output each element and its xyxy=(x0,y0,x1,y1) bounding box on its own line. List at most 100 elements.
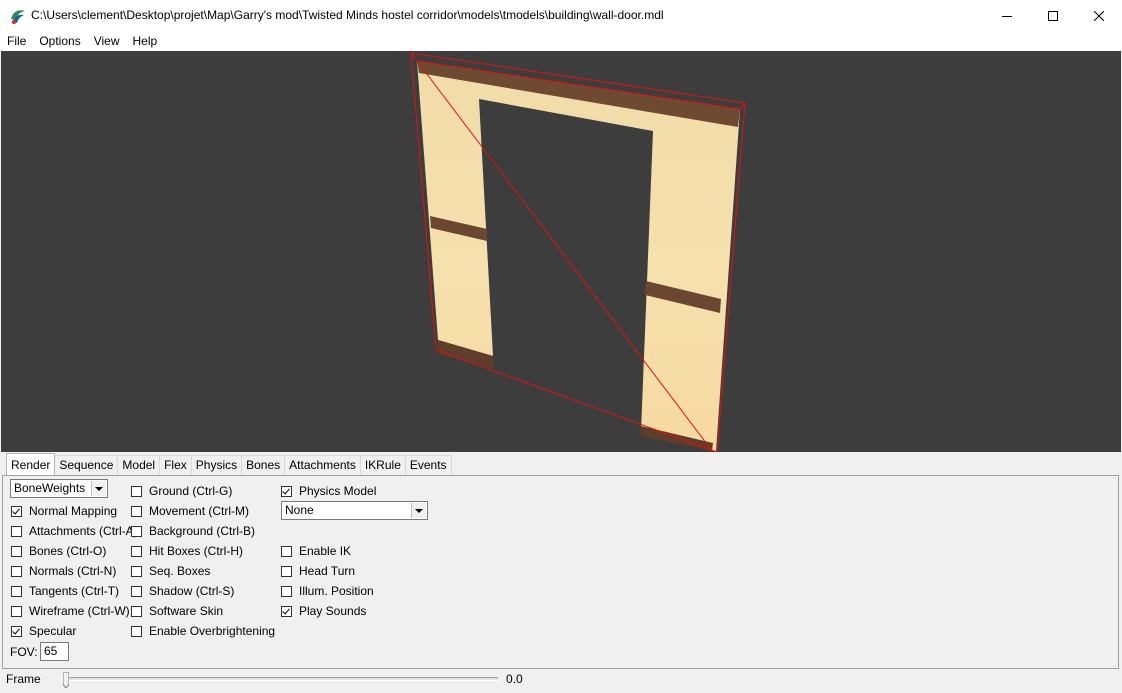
render-mode-select[interactable]: BoneWeights xyxy=(10,479,108,498)
checkbox-box[interactable] xyxy=(131,505,142,517)
checkbox-box[interactable] xyxy=(11,505,22,517)
checkbox-box[interactable] xyxy=(281,565,292,577)
tab-physics[interactable]: Physics xyxy=(190,455,243,475)
model-viewport[interactable] xyxy=(1,51,1121,452)
checkbox-box[interactable] xyxy=(131,565,142,577)
tab-bones[interactable]: Bones xyxy=(241,455,286,475)
checkbox-box[interactable] xyxy=(281,605,292,617)
tab-strip: Render Sequence Model Flex Physics Bones… xyxy=(6,453,452,475)
checkbox-enable-ik[interactable]: Enable IK xyxy=(281,543,351,559)
checkbox-label: Head Turn xyxy=(299,564,356,578)
checkbox-bones[interactable]: Bones (Ctrl-O) xyxy=(11,543,106,559)
checkbox-box[interactable] xyxy=(131,525,142,537)
checkbox-label: Illum. Position xyxy=(299,584,374,598)
menu-help[interactable]: Help xyxy=(126,31,164,51)
checkbox-software-skin[interactable]: Software Skin xyxy=(131,603,223,619)
checkbox-label: Enable Overbrightening xyxy=(149,624,276,638)
menu-view[interactable]: View xyxy=(87,31,126,51)
checkbox-box[interactable] xyxy=(281,545,292,557)
wall-mesh xyxy=(417,61,740,451)
checkbox-tangents[interactable]: Tangents (Ctrl-T) xyxy=(11,583,119,599)
checkbox-label: Background (Ctrl-B) xyxy=(149,524,256,538)
physics-model-value: None xyxy=(285,503,314,517)
checkbox-label: Normal Mapping xyxy=(29,504,118,518)
menu-options[interactable]: Options xyxy=(32,31,86,51)
frame-slider-track[interactable] xyxy=(67,677,498,681)
checkbox-box[interactable] xyxy=(131,485,142,497)
checkbox-enable-overbrightening[interactable]: Enable Overbrightening xyxy=(131,623,275,639)
frame-value: 0.0 xyxy=(506,672,523,686)
checkbox-attachments[interactable]: Attachments (Ctrl-A) xyxy=(11,523,138,539)
checkbox-label: Software Skin xyxy=(149,604,224,618)
checkbox-box[interactable] xyxy=(11,545,22,557)
tab-flex[interactable]: Flex xyxy=(159,455,192,475)
checkbox-box[interactable] xyxy=(11,625,22,637)
checkbox-shadow[interactable]: Shadow (Ctrl-S) xyxy=(131,583,234,599)
checkbox-label: Specular xyxy=(29,624,77,638)
checkbox-specular[interactable]: Specular xyxy=(11,623,76,639)
menu-bar: File Options View Help xyxy=(0,31,1122,51)
checkbox-box[interactable] xyxy=(11,565,22,577)
tab-model[interactable]: Model xyxy=(117,455,161,475)
checkbox-head-turn[interactable]: Head Turn xyxy=(281,563,355,579)
chevron-down-icon[interactable] xyxy=(411,503,426,518)
checkbox-play-sounds[interactable]: Play Sounds xyxy=(281,603,366,619)
tab-sequence[interactable]: Sequence xyxy=(54,455,119,475)
checkbox-ground[interactable]: Ground (Ctrl-G) xyxy=(131,483,232,499)
checkbox-normals[interactable]: Normals (Ctrl-N) xyxy=(11,563,116,579)
checkbox-normal-mapping[interactable]: Normal Mapping xyxy=(11,503,117,519)
checkbox-box[interactable] xyxy=(11,585,22,597)
checkbox-background[interactable]: Background (Ctrl-B) xyxy=(131,523,255,539)
window-title: C:\Users\clement\Desktop\projet\Map\Garr… xyxy=(31,8,664,22)
minimize-icon xyxy=(1001,15,1012,17)
checkbox-label: Seq. Boxes xyxy=(149,564,211,578)
checkbox-label: Tangents (Ctrl-T) xyxy=(29,584,120,598)
close-icon xyxy=(1093,10,1104,21)
hlmv-app-icon xyxy=(11,10,25,25)
checkbox-box[interactable] xyxy=(11,525,22,537)
tab-render[interactable]: Render xyxy=(6,453,56,475)
checkbox-label: Ground (Ctrl-G) xyxy=(149,484,233,498)
checkbox-label: Physics Model xyxy=(299,484,377,498)
tab-events[interactable]: Events xyxy=(404,455,452,475)
checkbox-wireframe[interactable]: Wireframe (Ctrl-W) xyxy=(11,603,130,619)
tab-ikrule[interactable]: IKRule xyxy=(359,455,406,475)
physics-model-select[interactable]: None xyxy=(281,501,428,520)
app-window: C:\Users\clement\Desktop\projet\Map\Garr… xyxy=(0,0,1122,693)
checkbox-box[interactable] xyxy=(11,605,22,617)
checkbox-label: Attachments (Ctrl-A) xyxy=(29,524,138,538)
checkbox-box[interactable] xyxy=(131,585,142,597)
checkbox-hit-boxes[interactable]: Hit Boxes (Ctrl-H) xyxy=(131,543,243,559)
fov-label: FOV: xyxy=(10,645,38,659)
title-bar[interactable]: C:\Users\clement\Desktop\projet\Map\Garr… xyxy=(0,0,1122,31)
frame-label: Frame xyxy=(6,672,41,686)
maximize-button[interactable] xyxy=(1030,0,1075,31)
checkbox-physics-model[interactable]: Physics Model xyxy=(281,483,376,499)
model-render xyxy=(410,52,746,452)
menu-file[interactable]: File xyxy=(0,31,32,51)
checkbox-seq-boxes[interactable]: Seq. Boxes xyxy=(131,563,210,579)
checkbox-label: Play Sounds xyxy=(299,604,367,618)
checkbox-box[interactable] xyxy=(281,485,292,497)
checkbox-box[interactable] xyxy=(281,585,292,597)
checkbox-label: Bones (Ctrl-O) xyxy=(29,544,107,558)
checkbox-box[interactable] xyxy=(131,545,142,557)
checkbox-box[interactable] xyxy=(131,605,142,617)
render-mode-value: BoneWeights xyxy=(14,481,86,495)
checkbox-label: Movement (Ctrl-M) xyxy=(149,504,250,518)
minimize-button[interactable] xyxy=(984,0,1029,31)
close-button[interactable] xyxy=(1076,0,1121,31)
checkbox-box[interactable] xyxy=(131,625,142,637)
checkbox-label: Hit Boxes (Ctrl-H) xyxy=(149,544,244,558)
frame-slider-thumb[interactable] xyxy=(63,672,69,688)
checkbox-illum-position[interactable]: Illum. Position xyxy=(281,583,374,599)
tab-attachments[interactable]: Attachments xyxy=(284,455,361,475)
checkbox-label: Wireframe (Ctrl-W) xyxy=(29,604,130,618)
checkbox-label: Shadow (Ctrl-S) xyxy=(149,584,235,598)
fov-input[interactable]: 65 xyxy=(40,642,69,661)
chevron-down-icon[interactable] xyxy=(91,481,106,496)
checkbox-movement[interactable]: Movement (Ctrl-M) xyxy=(131,503,249,519)
checkbox-label: Normals (Ctrl-N) xyxy=(29,564,117,578)
checkbox-label: Enable IK xyxy=(299,544,352,558)
maximize-icon xyxy=(1047,10,1058,21)
